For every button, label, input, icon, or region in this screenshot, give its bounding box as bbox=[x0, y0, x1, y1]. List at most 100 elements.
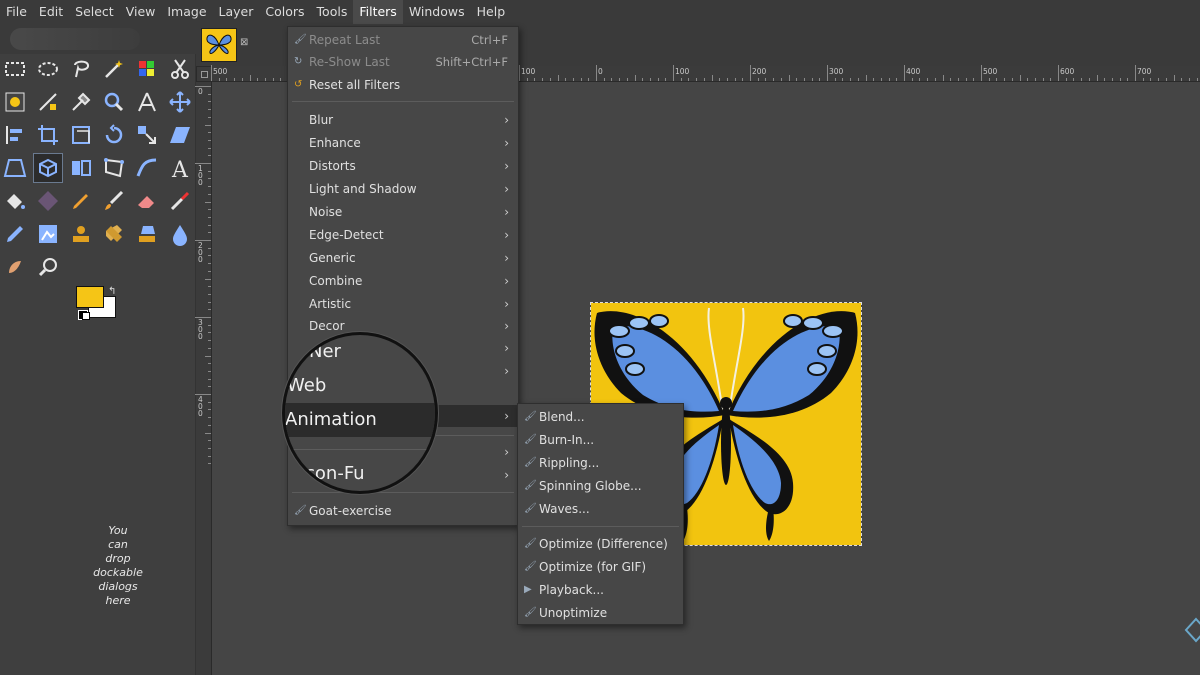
navigate-icon[interactable] bbox=[1184, 615, 1200, 645]
menu-item-rippling[interactable]: 🖌 Rippling... bbox=[518, 452, 683, 474]
menu-item-repeat-last[interactable]: 🖌 Repeat Last Ctrl+F bbox=[288, 29, 518, 51]
ellipse-select-tool-icon[interactable] bbox=[33, 54, 63, 84]
crop-tool-icon[interactable] bbox=[33, 120, 63, 150]
airbrush-tool-icon[interactable] bbox=[165, 186, 195, 216]
align-tool-icon[interactable] bbox=[0, 120, 30, 150]
ruler-minor-tick bbox=[208, 386, 211, 388]
menu-item-reshow-last[interactable]: ↻ Re-Show Last Shift+Ctrl+F bbox=[288, 51, 518, 73]
ruler-minor-tick bbox=[819, 78, 821, 81]
menu-edit[interactable]: Edit bbox=[33, 0, 69, 24]
menu-windows[interactable]: Windows bbox=[403, 0, 471, 24]
lasso-tool-icon[interactable] bbox=[66, 54, 96, 84]
dodge-burn-tool-icon[interactable] bbox=[33, 252, 63, 282]
eraser-tool-icon[interactable] bbox=[132, 186, 162, 216]
menu-colors[interactable]: Colors bbox=[259, 0, 310, 24]
ruler-minor-tick bbox=[565, 78, 567, 81]
submenu-edge-detect[interactable]: Edge-Detect › bbox=[288, 224, 518, 246]
ruler-label: 500 bbox=[213, 67, 228, 76]
ruler-major-tick bbox=[1135, 65, 1136, 81]
close-image-tab-icon[interactable]: ⊠ bbox=[240, 37, 248, 48]
ink-tool-icon[interactable] bbox=[0, 219, 30, 249]
select-by-color-tool-icon[interactable] bbox=[132, 54, 162, 84]
ruler-minor-tick bbox=[208, 417, 211, 419]
menu-file[interactable]: File bbox=[0, 0, 33, 24]
submenu-decor[interactable]: Decor › bbox=[288, 315, 518, 337]
submenu-noise[interactable]: Noise › bbox=[288, 201, 518, 223]
menu-tools[interactable]: Tools bbox=[311, 0, 354, 24]
3d-transform-tool-icon[interactable] bbox=[33, 153, 63, 183]
ruler-minor-tick bbox=[1196, 78, 1198, 81]
scale-tool-icon[interactable] bbox=[132, 120, 162, 150]
scissors-tool-icon[interactable] bbox=[165, 54, 195, 84]
pencil-tool-icon[interactable] bbox=[66, 186, 96, 216]
menu-help[interactable]: Help bbox=[471, 0, 512, 24]
ruler-minor-tick bbox=[1181, 78, 1183, 81]
swap-colors-icon[interactable]: ↰ bbox=[108, 286, 116, 297]
shear-tool-icon[interactable] bbox=[165, 120, 195, 150]
smudge-tool-icon[interactable] bbox=[0, 252, 30, 282]
submenu-generic[interactable]: Generic › bbox=[288, 247, 518, 269]
ruler-minor-tick bbox=[742, 78, 744, 81]
submenu-distorts[interactable]: Distorts › bbox=[288, 155, 518, 177]
rect-select-tool-icon[interactable] bbox=[0, 54, 30, 84]
menu-item-optimize-gif[interactable]: 🖌 Optimize (for GIF) bbox=[518, 556, 683, 578]
menu-item-goat-exercise[interactable]: 🖌 Goat-exercise bbox=[288, 500, 518, 522]
menu-item-burn-in[interactable]: 🖌 Burn-In... bbox=[518, 429, 683, 451]
submenu-enhance[interactable]: Enhance › bbox=[288, 132, 518, 154]
zoom-tool-icon[interactable] bbox=[99, 87, 129, 117]
foreground-select-tool-icon[interactable] bbox=[0, 87, 30, 117]
menu-item-reset-all-filters[interactable]: ↺ Reset all Filters bbox=[288, 74, 518, 96]
submenu-blur[interactable]: Blur › bbox=[288, 109, 518, 131]
ruler-minor-tick bbox=[865, 75, 867, 81]
ruler-major-tick bbox=[673, 65, 674, 81]
menu-item-unoptimize[interactable]: 🖌 Unoptimize bbox=[518, 602, 683, 624]
gradient-tool-icon[interactable] bbox=[33, 186, 63, 216]
submenu-light-and-shadow[interactable]: Light and Shadow › bbox=[288, 178, 518, 200]
mypaint-brush-tool-icon[interactable] bbox=[33, 219, 63, 249]
heal-tool-icon[interactable] bbox=[99, 219, 129, 249]
menu-image[interactable]: Image bbox=[161, 0, 212, 24]
color-picker-tool-icon[interactable] bbox=[66, 87, 96, 117]
submenu-artistic[interactable]: Artistic › bbox=[288, 293, 518, 315]
menu-layer[interactable]: Layer bbox=[213, 0, 260, 24]
menu-item-waves[interactable]: 🖌 Waves... bbox=[518, 498, 683, 520]
text-tool-icon[interactable]: A bbox=[165, 153, 195, 183]
menu-item-optimize-difference[interactable]: 🖌 Optimize (Difference) bbox=[518, 533, 683, 555]
perspective-tool-icon[interactable] bbox=[0, 153, 30, 183]
menu-item-playback[interactable]: ▶ Playback... bbox=[518, 579, 683, 601]
submenu-combine[interactable]: Combine › bbox=[288, 270, 518, 292]
image-tab-thumbnail[interactable] bbox=[201, 28, 237, 62]
ruler-corner[interactable] bbox=[196, 66, 212, 82]
menu-item-blend[interactable]: 🖌 Blend... bbox=[518, 406, 683, 428]
paintbrush-tool-icon[interactable] bbox=[99, 186, 129, 216]
blur-sharpen-tool-icon[interactable] bbox=[165, 219, 195, 249]
ruler-minor-tick bbox=[1081, 78, 1083, 81]
vertical-ruler[interactable]: 0 100 200 300 400 bbox=[195, 82, 212, 675]
flip-tool-icon[interactable] bbox=[66, 153, 96, 183]
menu-item-label: Playback... bbox=[539, 583, 604, 597]
paths-tool-icon[interactable] bbox=[33, 87, 63, 117]
reshow-icon: ↻ bbox=[294, 56, 303, 67]
menu-item-label: Light and Shadow bbox=[309, 182, 417, 196]
menu-view[interactable]: View bbox=[120, 0, 162, 24]
rotate-tool-icon[interactable] bbox=[99, 120, 129, 150]
fuzzy-select-tool-icon[interactable] bbox=[99, 54, 129, 84]
menu-item-label: Unoptimize bbox=[539, 606, 608, 620]
menu-filters[interactable]: Filters bbox=[353, 0, 403, 24]
ruler-label: 100 bbox=[198, 164, 203, 187]
move-tool-icon[interactable] bbox=[165, 87, 195, 117]
unified-transform-tool-icon[interactable] bbox=[66, 120, 96, 150]
menu-select[interactable]: Select bbox=[69, 0, 120, 24]
ruler-minor-tick bbox=[842, 78, 844, 81]
ruler-minor-tick bbox=[780, 78, 782, 81]
cage-transform-tool-icon[interactable] bbox=[99, 153, 129, 183]
ruler-minor-tick bbox=[919, 78, 921, 81]
bucket-fill-tool-icon[interactable] bbox=[0, 186, 30, 216]
foreground-color-swatch[interactable] bbox=[76, 286, 104, 308]
ruler-major-tick bbox=[750, 65, 751, 81]
measure-tool-icon[interactable] bbox=[132, 87, 162, 117]
clone-tool-icon[interactable] bbox=[66, 219, 96, 249]
menu-item-spinning-globe[interactable]: 🖌 Spinning Globe... bbox=[518, 475, 683, 497]
perspective-clone-tool-icon[interactable] bbox=[132, 219, 162, 249]
warp-transform-tool-icon[interactable] bbox=[132, 153, 162, 183]
